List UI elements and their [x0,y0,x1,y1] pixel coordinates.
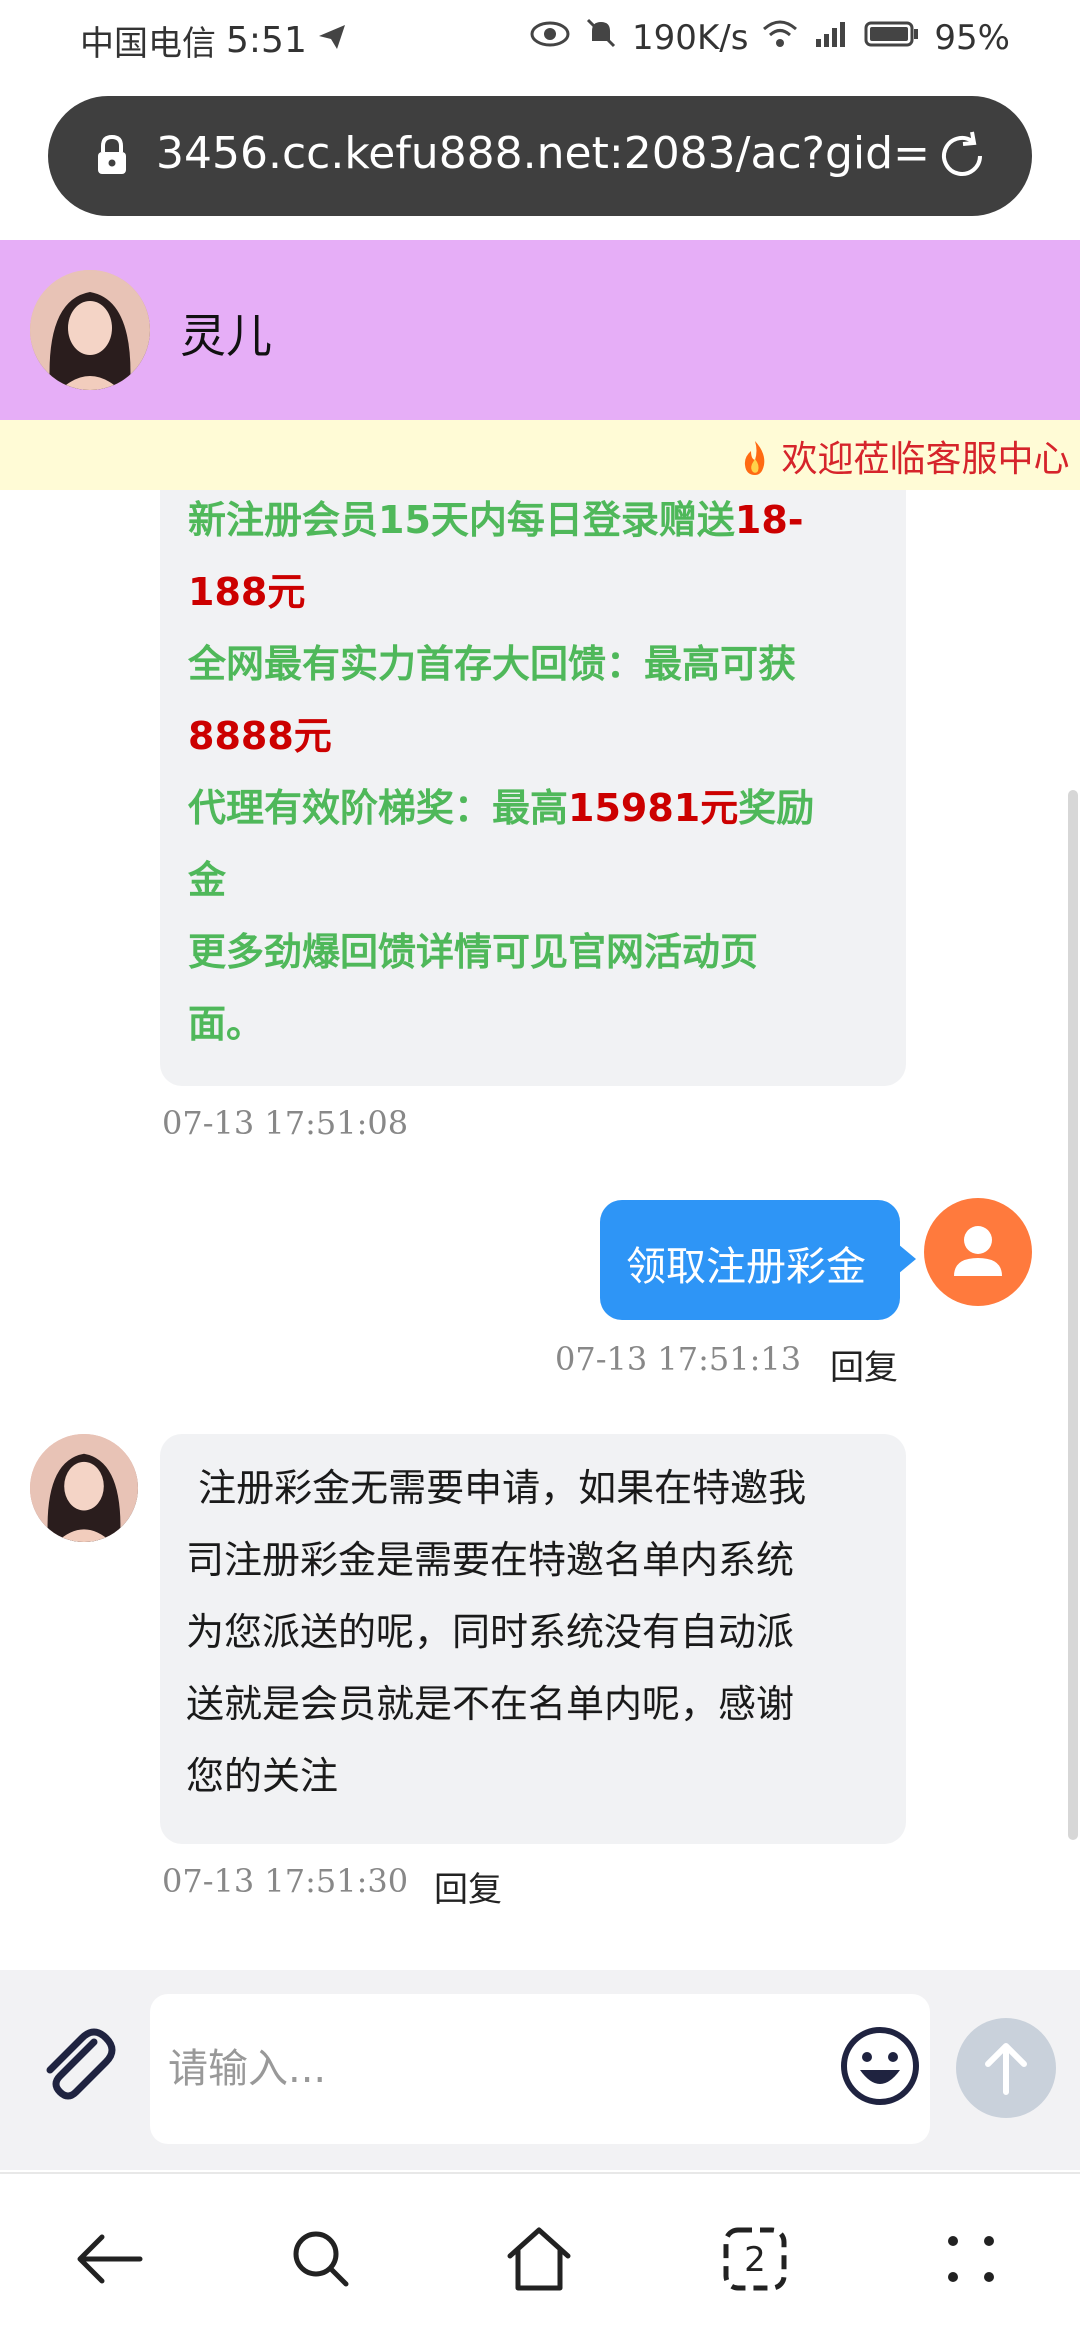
promo-line: 更多劲爆回馈详情可见官网活动页 [188,930,759,974]
carrier-label: 中国电信 [80,24,216,64]
browser-bottom-nav: 2 [0,2172,1080,2340]
svg-text:2: 2 [744,2240,766,2280]
chat-header: 灵儿 [0,240,1080,420]
message-timestamp: 07-13 17:51:08 [162,1104,409,1142]
promo-line: 新注册会员15天内每日登录赠送18- [188,498,804,542]
promo-line: 8888元 [188,714,332,758]
message-timestamp: 07-13 17:51:30 [162,1862,409,1900]
battery-icon [864,18,920,58]
home-button[interactable] [494,2214,584,2304]
promo-line: 全网最有实力首存大回馈：最高可获 [188,642,797,686]
announcement-marquee: 欢迎莅临客服中心 [0,420,1080,490]
agent-avatar[interactable] [30,270,150,390]
agent-reply-bubble: 注册彩金无需要申请，如果在特邀我 司注册彩金是需要在特邀名单内系统 为您派送的呢… [160,1434,906,1844]
address-bar[interactable]: 3456.cc.kefu888.net:2083/ac?gid= [48,96,1032,216]
emoji-icon[interactable] [838,2024,922,2112]
reply-link[interactable]: 回复 [434,1862,502,1911]
agent-reply-line: 司注册彩金是需要在特邀名单内系统 [186,1538,795,1582]
user-message-text: 领取注册彩金 [626,1244,866,1290]
url-text[interactable]: 3456.cc.kefu888.net:2083/ac?gid= [156,128,936,179]
agent-promo-bubble: 新注册会员15天内每日登录赠送18- 188元 全网最有实力首存大回馈：最高可获… [160,490,906,1086]
battery-percent: 95% [934,17,1010,58]
agent-name: 灵儿 [180,309,272,363]
menu-button[interactable] [926,2214,1016,2304]
user-message-bubble: 领取注册彩金 [600,1200,900,1320]
message-input[interactable] [168,2034,768,2104]
agent-reply-line: 送就是会员就是不在名单内呢，感谢 [186,1682,795,1726]
agent-reply-line: 为您派送的呢，同时系统没有自动派 [186,1610,795,1654]
home-icon [507,2227,571,2291]
promo-line: 代理有效阶梯奖：最高15981元奖励 [188,786,815,830]
promo-line: 面。 [188,1002,265,1046]
chat-area[interactable]: 新注册会员15天内每日登录赠送18- 188元 全网最有实力首存大回馈：最高可获… [0,490,1080,1970]
more-dots-icon [948,2236,994,2282]
search-button[interactable] [276,2214,366,2304]
promo-line: 188元 [188,570,306,614]
lock-icon [94,134,130,182]
signal-icon [812,18,850,58]
announcement-label: 欢迎莅临客服中心 [781,439,1070,480]
announcement-text: 欢迎莅临客服中心 [740,430,1069,482]
send-button[interactable] [956,2018,1056,2118]
person-icon [954,1226,1002,1276]
reply-link[interactable]: 回复 [830,1340,898,1389]
message-timestamp: 07-13 17:51:13 [555,1340,802,1378]
search-icon [293,2231,349,2287]
input-bar [0,1970,1080,2170]
eye-icon [530,18,570,58]
user-bubble-tail [898,1244,916,1274]
fire-icon [740,439,781,480]
paperclip-icon[interactable] [32,2020,122,2114]
agent-avatar[interactable] [30,1434,138,1542]
agent-reply-line: 注册彩金无需要申请，如果在特邀我 [186,1466,807,1510]
clock: 5:51 [226,20,307,61]
send-icon [317,21,347,61]
mute-bell-icon [584,16,618,59]
message-input-box [150,1994,930,2144]
tabs-button[interactable]: 2 [710,2214,800,2304]
back-button[interactable] [64,2214,154,2304]
promo-line: 金 [188,858,227,902]
reload-icon[interactable] [932,126,992,190]
user-avatar[interactable] [924,1198,1032,1306]
arrow-up-icon [985,2043,1027,2095]
back-arrow-icon [77,2234,143,2284]
agent-reply-line: 您的关注 [186,1754,339,1798]
scrollbar[interactable] [1068,790,1078,1840]
tabs-icon: 2 [723,2227,787,2291]
wifi-icon [762,18,798,58]
status-bar: 中国电信 5:51 190K/s 95% [0,0,1080,80]
network-speed: 190K/s [632,17,749,58]
